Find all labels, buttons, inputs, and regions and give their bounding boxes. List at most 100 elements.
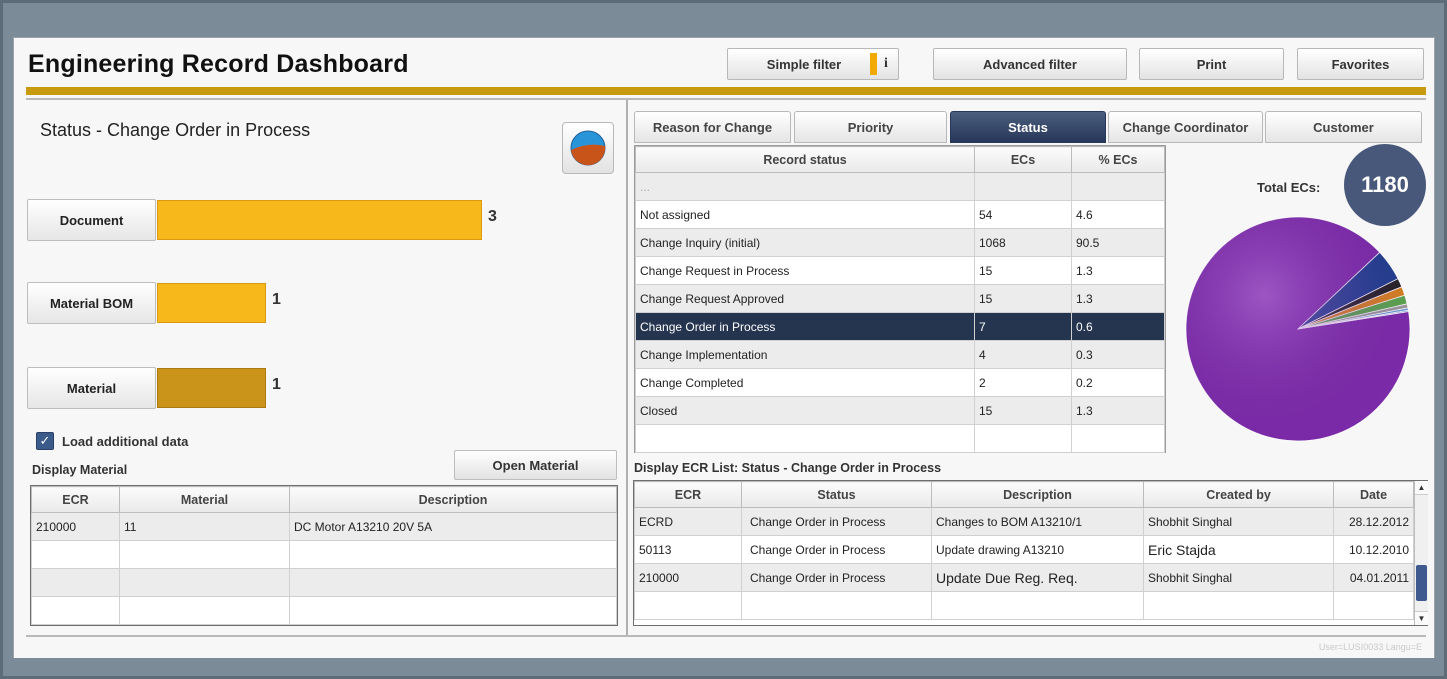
footer-divider [26, 635, 1426, 637]
category-button-material[interactable]: Material [27, 367, 156, 409]
favorites-button[interactable]: Favorites [1297, 48, 1424, 80]
table-row[interactable]: Change Inquiry (initial) 1068 90.5 [635, 228, 1165, 257]
tab-status[interactable]: Status [950, 111, 1106, 143]
category-button-document[interactable]: Document [27, 199, 156, 241]
page-title: Engineering Record Dashboard [28, 50, 409, 78]
table-row[interactable]: ECRD Change Order in Process Changes to … [634, 507, 1414, 536]
table-cell: Change Order in Process [635, 312, 975, 341]
material-table: ECR Material Description 210000 11 DC Mo… [30, 485, 618, 626]
ecr-list-table: ECR Status Description Created by Date E… [633, 480, 1428, 626]
table-cell: 1068 [974, 228, 1072, 257]
header-divider [26, 98, 1426, 100]
table-row[interactable]: 210000 Change Order in Process Update Du… [634, 563, 1414, 592]
table-row[interactable]: Closed 15 1.3 [635, 396, 1165, 425]
table-cell: 4 [974, 340, 1072, 369]
info-icon[interactable]: i [884, 56, 888, 72]
column-header[interactable]: Description [289, 486, 617, 513]
table-cell: 7 [974, 312, 1072, 341]
table-row[interactable]: Not assigned 54 4.6 [635, 200, 1165, 229]
table-cell: 15 [974, 256, 1072, 285]
table-row-selected[interactable]: Change Order in Process 7 0.6 [635, 312, 1165, 341]
table-row[interactable]: Change Implementation 4 0.3 [635, 340, 1165, 369]
simple-filter-marker [870, 53, 877, 75]
table-row[interactable] [31, 540, 617, 569]
open-material-button[interactable]: Open Material [454, 450, 617, 480]
scroll-down-icon[interactable]: ▼ [1415, 611, 1428, 625]
table-cell: 0.3 [1071, 340, 1165, 369]
table-cell: 11 [119, 512, 290, 541]
table-cell: DC Motor A13210 20V 5A [289, 512, 617, 541]
simple-filter-button[interactable]: Simple filter i [727, 48, 899, 80]
table-cell: 0.2 [1071, 368, 1165, 397]
table-row[interactable]: 210000 11 DC Motor A13210 20V 5A [31, 512, 617, 541]
table-row[interactable] [634, 591, 1414, 620]
status-table: Record status ECs % ECs ... Not assigned… [634, 145, 1166, 453]
column-header[interactable]: ECR [31, 486, 120, 513]
vertical-scrollbar[interactable]: ▲ ▼ [1414, 481, 1428, 625]
table-cell: Change Order in Process [741, 535, 932, 564]
chart-type-button[interactable] [562, 122, 614, 174]
table-row[interactable]: Change Completed 2 0.2 [635, 368, 1165, 397]
advanced-filter-button[interactable]: Advanced filter [933, 48, 1127, 80]
table-cell: 2 [974, 368, 1072, 397]
category-button-material-bom[interactable]: Material BOM [27, 282, 156, 324]
table-row[interactable]: ... [635, 172, 1165, 201]
table-cell: Not assigned [635, 200, 975, 229]
scroll-thumb[interactable] [1416, 565, 1427, 601]
table-cell: 54 [974, 200, 1072, 229]
table-cell: 04.01.2011 [1333, 563, 1414, 592]
table-cell: 4.6 [1071, 200, 1165, 229]
table-cell: 28.12.2012 [1333, 507, 1414, 536]
left-heading: Status - Change Order in Process [40, 120, 311, 140]
table-cell: Change Implementation [635, 340, 975, 369]
column-header[interactable]: Created by [1143, 481, 1334, 508]
column-header[interactable]: Record status [635, 146, 975, 173]
column-header[interactable]: Status [741, 481, 932, 508]
table-row[interactable]: 50113 Change Order in Process Update dra… [634, 535, 1414, 564]
column-header[interactable]: ECs [974, 146, 1072, 173]
scroll-up-icon[interactable]: ▲ [1415, 481, 1428, 495]
table-cell: 0.6 [1071, 312, 1165, 341]
table-cell: Change Request Approved [635, 284, 975, 313]
print-button[interactable]: Print [1139, 48, 1284, 80]
column-header[interactable]: ECR [634, 481, 742, 508]
bar-material [157, 368, 266, 408]
table-cell: 210000 [634, 563, 742, 592]
column-divider [626, 100, 628, 635]
dashboard-panel: Engineering Record Dashboard Simple filt… [13, 37, 1435, 661]
table-cell: Change Inquiry (initial) [635, 228, 975, 257]
table-cell: Change Order in Process [741, 507, 932, 536]
bar-material-bom [157, 283, 266, 323]
table-row[interactable]: Change Request in Process 15 1.3 [635, 256, 1165, 285]
bar-value-material-bom: 1 [272, 291, 281, 308]
simple-filter-label: Simple filter [766, 56, 842, 72]
tab-customer[interactable]: Customer [1265, 111, 1422, 143]
tab-reason-for-change[interactable]: Reason for Change [634, 111, 791, 143]
column-header[interactable]: Description [931, 481, 1144, 508]
total-ecs-label: Total ECs: [1257, 180, 1321, 195]
bar-value-material: 1 [272, 376, 281, 393]
table-cell: 1.3 [1071, 256, 1165, 285]
table-cell: Changes to BOM A13210/1 [931, 507, 1144, 536]
tab-change-coordinator[interactable]: Change Coordinator [1108, 111, 1263, 143]
table-row[interactable] [31, 568, 617, 597]
load-additional-checkbox[interactable]: ✓ [36, 432, 54, 450]
table-row[interactable] [31, 596, 617, 625]
table-row[interactable] [635, 424, 1165, 453]
display-material-heading: Display Material [32, 463, 128, 477]
table-cell: Shobhit Singhal [1143, 563, 1334, 592]
table-cell: Shobhit Singhal [1143, 507, 1334, 536]
table-cell: Update Due Reg. Req. [931, 563, 1144, 592]
table-cell: ... [635, 172, 975, 201]
column-header[interactable]: % ECs [1071, 146, 1165, 173]
column-header[interactable]: Date [1333, 481, 1414, 508]
tab-priority[interactable]: Priority [794, 111, 947, 143]
bar-value-document: 3 [488, 208, 497, 225]
top-bar [3, 3, 1444, 37]
table-row[interactable]: Change Request Approved 15 1.3 [635, 284, 1165, 313]
table-cell: Update drawing A13210 [931, 535, 1144, 564]
window-frame: Engineering Record Dashboard Simple filt… [0, 0, 1447, 679]
pie-chart-icon [570, 130, 606, 166]
table-cell: 15 [974, 396, 1072, 425]
column-header[interactable]: Material [119, 486, 290, 513]
